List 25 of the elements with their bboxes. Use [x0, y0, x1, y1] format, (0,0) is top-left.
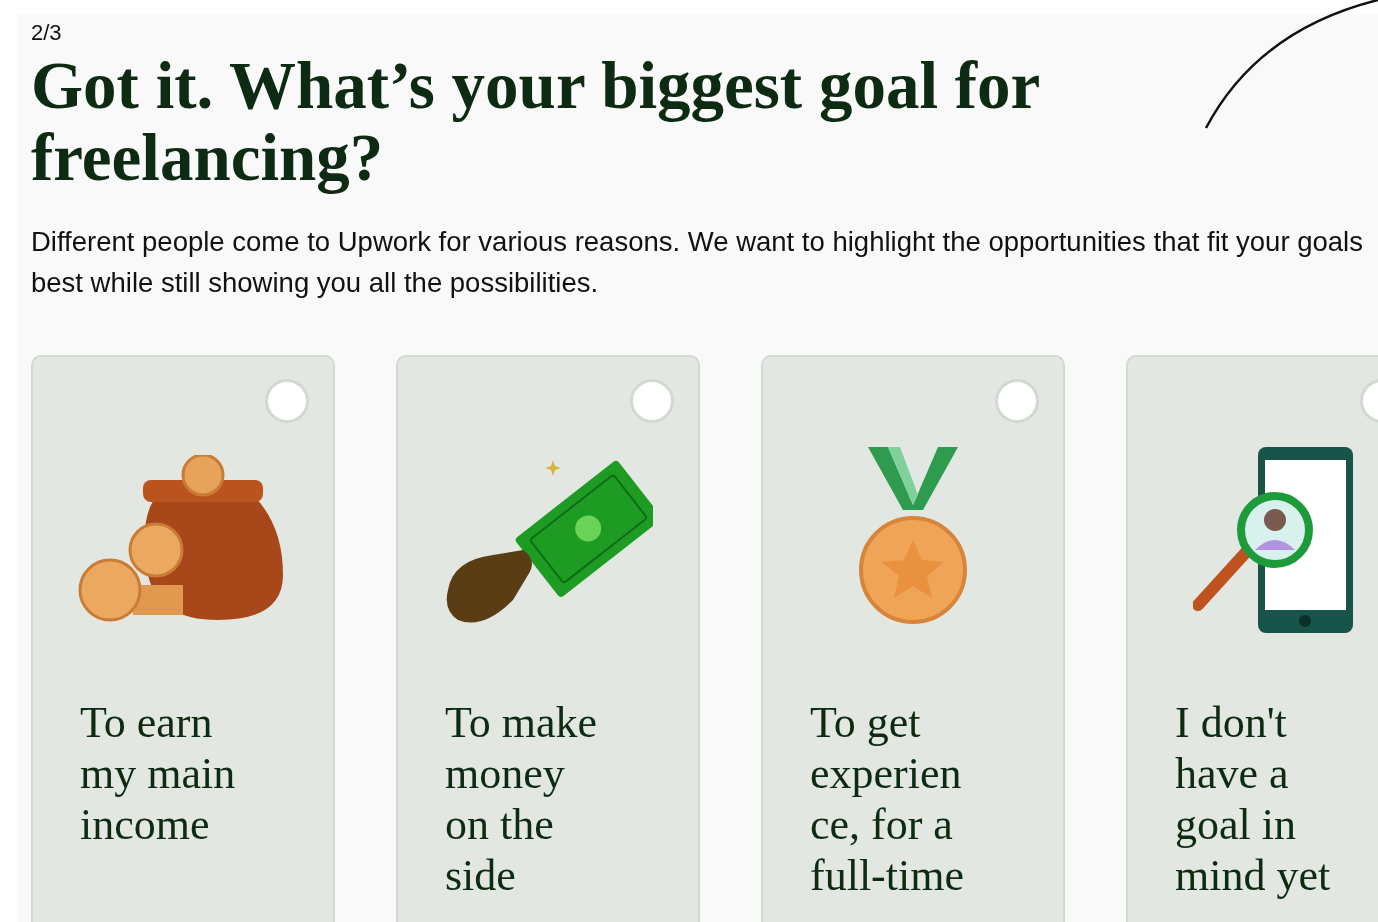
option-label: experien	[810, 748, 963, 799]
option-label: have a	[1175, 748, 1290, 799]
option-label: full-time	[810, 850, 964, 901]
option-label: ce, for a	[810, 799, 954, 850]
option-label: income	[80, 799, 211, 850]
option-label: money	[445, 748, 566, 799]
goal-option-card[interactable]: I don't have a goal in mind yet	[1126, 355, 1378, 922]
option-label: To earn	[80, 697, 214, 748]
option-label: mind yet	[1175, 850, 1331, 901]
step-counter: 2/3	[31, 19, 63, 47]
option-label: my main	[80, 748, 236, 799]
option-label: To get	[810, 697, 922, 748]
goal-option-card[interactable]: To get experien ce, for a full-time	[761, 355, 1065, 922]
radio-button[interactable]	[995, 379, 1039, 423]
radio-button[interactable]	[630, 379, 674, 423]
page-title: Got it. What’s your biggest goal for freelancing?	[31, 49, 1041, 193]
option-label: side	[445, 850, 517, 901]
radio-button[interactable]	[265, 379, 309, 423]
option-label: I don't	[1175, 697, 1288, 748]
option-label: To make	[445, 697, 598, 748]
goal-option-card[interactable]: To make money on the side	[396, 355, 700, 922]
description-text: Different people come to Upwork for various reasons. We want to highlight the opportunities that fit your goals best while still showing you all the possibilities.	[31, 225, 1364, 300]
goal-option-card[interactable]: To earn my main income	[31, 355, 335, 922]
option-label: on the	[445, 799, 555, 850]
option-label: goal in	[1175, 799, 1297, 850]
